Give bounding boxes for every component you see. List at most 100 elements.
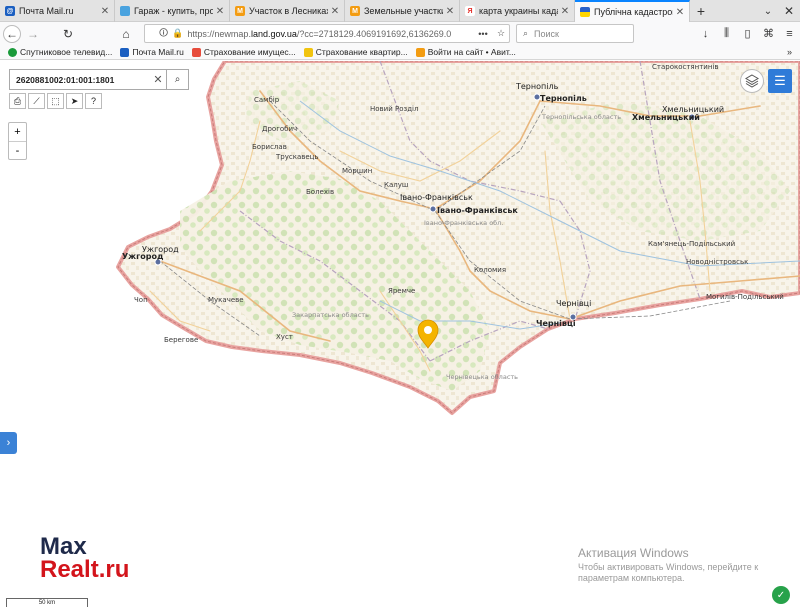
close-icon[interactable]: ✕ [675, 7, 685, 18]
close-icon[interactable]: ✕ [445, 6, 455, 17]
bookmarks-overflow-icon[interactable]: » [787, 47, 792, 57]
activation-title: Активация Windows [578, 546, 689, 560]
print-icon[interactable]: ⎙ [9, 93, 26, 109]
cadastral-map[interactable]: Тернопіль Тернопіль Хмельницький Хмельни… [0, 61, 800, 607]
city-label-novyi-rozdil: Новий Розділ [370, 105, 418, 113]
shield-check-icon[interactable]: ✓ [772, 586, 790, 604]
city-label-khmelnytskyi-marker: Хмельницький [632, 113, 700, 122]
tab-label: карта украины кадаст [479, 6, 558, 16]
bookmark-label: Спутниковое телевид... [20, 47, 113, 57]
layers-icon [745, 74, 759, 88]
home-button[interactable]: ⌂ [117, 25, 135, 43]
city-label-kolomyia: Коломия [474, 266, 506, 274]
city-label-bolekhiv: Болехів [306, 188, 334, 196]
bookmark-star-icon[interactable]: ☆ [493, 28, 509, 39]
city-label-uzhhorod-marker: Ужгород [122, 252, 164, 261]
toolbar-actions: ↓ ⫼ ▯ ⌘ ≡ [695, 24, 800, 43]
scale-label: 50 km [38, 600, 56, 606]
lock-icon[interactable]: 🔒 [172, 28, 183, 39]
layers-button[interactable] [740, 69, 764, 93]
new-tab-button[interactable]: + [690, 0, 712, 22]
shield-info-icon[interactable]: 🛈 [159, 26, 168, 42]
tab-cadastral-map[interactable]: Публічна кадастрова к ✕ [575, 0, 690, 22]
region-label-ivano-frankivsk: Івано-Франківська обл. [424, 219, 503, 227]
search-icon[interactable]: ⌕ [166, 69, 188, 90]
map-canvas[interactable]: Тернопіль Тернопіль Хмельницький Хмельни… [0, 61, 800, 607]
measure-area-icon[interactable]: ⬚ [47, 93, 64, 109]
select-cursor-icon[interactable]: ➤ [66, 93, 83, 109]
bookmark-label: Страхование имущес... [203, 47, 296, 57]
bookmark-label: Почта Mail.ru [132, 47, 184, 57]
city-label-sambir: Самбір [254, 96, 280, 104]
bookmark-favicon-icon [303, 47, 313, 57]
close-icon[interactable]: ✕ [100, 6, 110, 17]
download-icon[interactable]: ↓ [695, 28, 716, 40]
city-label-ivano-frankivsk: Івано-Франківськ [400, 193, 473, 202]
bookmark-item[interactable]: Почта Mail.ru [120, 47, 184, 57]
city-label-ivano-frankivsk-marker: Івано-Франківськ [437, 205, 518, 215]
chevron-right-icon: › [6, 437, 11, 449]
bookmark-item[interactable]: Страхование квартир... [303, 47, 408, 57]
city-label-truskavets: Трускавець [275, 153, 319, 161]
back-button[interactable]: ← [3, 24, 21, 43]
zoom-out-button[interactable]: - [9, 141, 26, 159]
windows-activation-notice: Активация Windows Чтобы активировать Win… [578, 546, 788, 584]
site-favicon-icon [120, 6, 130, 16]
browser-window: @ Почта Mail.ru ✕ Гараж - купить, прода … [0, 0, 800, 607]
url-prefix: https://newmap. [187, 28, 251, 39]
bookmark-favicon-icon [415, 47, 425, 57]
city-label-novodnistrovsk: Новодністровськ [686, 258, 748, 266]
mail-favicon-icon: @ [5, 6, 15, 16]
city-label-chernivtsi: Чернівці [556, 299, 591, 308]
cadastral-number-input[interactable]: 2620881002:01:001:1801 [10, 75, 150, 85]
app-menu-icon[interactable]: ≡ [779, 28, 800, 40]
city-label-kamianets-podilskyi: Кам'янець-Подільський [648, 240, 735, 248]
city-label-drohobych: Дрогобич [262, 125, 297, 133]
measure-distance-icon[interactable]: ⟋ [28, 93, 45, 109]
url-bar[interactable]: 🛈 🔒 https://newmap.land.gov.ua/?cc=27181… [144, 24, 510, 43]
page-actions-icon[interactable]: ••• [473, 29, 493, 39]
bookmark-favicon-icon [120, 47, 130, 57]
tab-yandex-search[interactable]: Я карта украины кадаст ✕ [460, 0, 575, 22]
city-label-chernivtsi-marker: Чернівці [536, 318, 576, 328]
city-label-starokostiantyniv: Старокостянтинів [652, 63, 718, 71]
bookmark-item[interactable]: Войти на сайт • Авит... [415, 47, 516, 57]
reload-button[interactable]: ↻ [59, 25, 77, 43]
sidebar-icon[interactable]: ▯ [737, 27, 758, 40]
zoom-in-button[interactable]: + [9, 123, 26, 141]
navigation-toolbar: ← → ↻ ⌂ 🛈 🔒 https://newmap.land.gov.ua/?… [0, 22, 800, 45]
url-text[interactable]: https://newmap.land.gov.ua/?cc=2718129.4… [187, 29, 473, 39]
clear-icon[interactable]: ✕ [150, 73, 166, 86]
close-icon[interactable]: ✕ [560, 6, 570, 17]
hamburger-icon: ☰ [774, 73, 786, 88]
tab-mail[interactable]: @ Почта Mail.ru ✕ [0, 0, 115, 22]
window-close-icon[interactable]: ✕ [778, 0, 800, 22]
menu-button[interactable]: ☰ [768, 69, 792, 93]
bookmark-label: Войти на сайт • Авит... [427, 47, 516, 57]
forward-button[interactable]: → [24, 25, 42, 43]
ukraine-flag-icon [580, 7, 590, 17]
info-icon[interactable]: ? [85, 93, 102, 109]
close-icon[interactable]: ✕ [215, 6, 225, 17]
region-label-ternopil: Тернопільська область [541, 113, 621, 121]
sidebar-toggle-button[interactable]: › [0, 432, 17, 454]
tab-garage[interactable]: Гараж - купить, прода ✕ [115, 0, 230, 22]
close-icon[interactable]: ✕ [330, 6, 340, 17]
tab-plot-lesnyky[interactable]: M Участок в Лесниках 20 ✕ [230, 0, 345, 22]
cadastral-search[interactable]: 2620881002:01:001:1801 ✕ ⌕ [9, 69, 189, 90]
library-icon[interactable]: ⫼ [716, 27, 737, 40]
city-label-ternopil-marker: Тернопіль [540, 93, 587, 103]
tab-land-plots[interactable]: M Земельные участки в ✕ [345, 0, 460, 22]
city-label-ternopil: Тернопіль [515, 82, 559, 91]
m-favicon-icon: M [235, 6, 245, 16]
watermark-line2: Realt.ru [40, 556, 130, 583]
bookmark-item[interactable]: Спутниковое телевид... [8, 47, 112, 57]
tab-list-icon[interactable]: ⌄ [758, 0, 778, 22]
activation-subtitle-1: Чтобы активировать Windows, перейдите к [578, 562, 759, 572]
bookmark-label: Страхование квартир... [315, 47, 408, 57]
watermark-line1: Max [40, 533, 87, 560]
bookmark-item[interactable]: Страхование имущес... [191, 47, 296, 57]
reader-icon[interactable]: ⌘ [758, 27, 779, 40]
map-tools: ⎙ ⟋ ⬚ ➤ ? [9, 93, 104, 109]
search-field[interactable]: ⌕ Поиск [516, 24, 634, 43]
